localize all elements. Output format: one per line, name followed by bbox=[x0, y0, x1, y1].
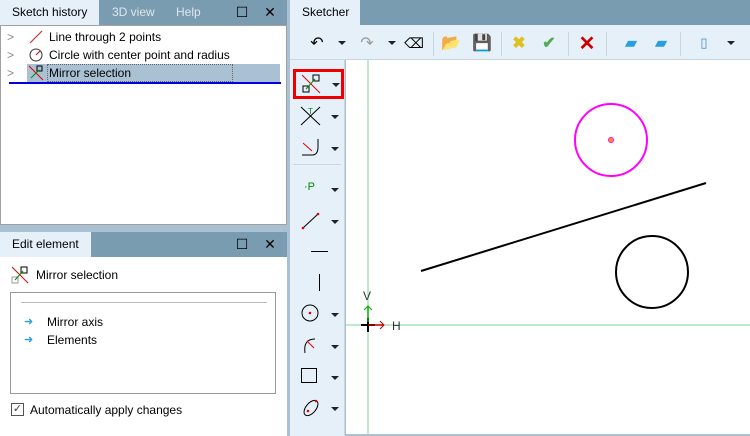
mirror-tool-button[interactable] bbox=[293, 69, 344, 99]
tab-sketcher[interactable]: Sketcher bbox=[290, 0, 360, 25]
edit-panel: Mirror selection ➜ Mirror axis ➜ Element… bbox=[0, 257, 287, 436]
element-title: Mirror selection bbox=[36, 268, 119, 282]
sketch-line bbox=[420, 182, 707, 272]
circle-icon bbox=[29, 48, 43, 62]
chevron-right-icon[interactable]: > bbox=[7, 46, 14, 64]
dropdown-arrow-icon[interactable] bbox=[388, 41, 396, 45]
horizontal-line-tool-icon[interactable] bbox=[311, 251, 328, 252]
list-item[interactable]: > Line through 2 points bbox=[1, 28, 286, 46]
sketch-circle bbox=[615, 235, 689, 309]
mirror-icon bbox=[28, 65, 44, 81]
rectangle-tool-icon[interactable] bbox=[301, 368, 317, 383]
tab-3d-view[interactable]: 3D view bbox=[100, 0, 167, 25]
chevron-right-icon[interactable]: > bbox=[7, 28, 14, 46]
auto-apply-checkbox[interactable]: ✓ bbox=[11, 403, 24, 416]
chevron-right-icon[interactable]: > bbox=[7, 64, 14, 82]
view-button[interactable]: ▯ bbox=[693, 32, 715, 54]
svg-text:T: T bbox=[308, 107, 313, 116]
redo-button[interactable]: ↷ bbox=[356, 32, 378, 54]
cancel-button[interactable]: ✕ bbox=[576, 32, 598, 55]
insert-marker bbox=[9, 82, 281, 84]
close-button[interactable]: ✕ bbox=[261, 0, 279, 25]
sketch-canvas[interactable]: H V bbox=[346, 60, 750, 434]
toolbar: ↶ ↷ ⌫ 📂 💾 ✖ ✔ ✕ ▰ ▰ ▯ bbox=[290, 25, 750, 60]
mirror-icon bbox=[11, 266, 29, 284]
arc-tool-icon[interactable] bbox=[301, 335, 321, 355]
edit-tabbar: Edit element ☐ ✕ bbox=[0, 232, 287, 257]
sketch-tools: T ·P bbox=[290, 60, 345, 436]
history-tabbar: Sketch history 3D view Help ☐ ✕ bbox=[0, 0, 287, 25]
line-tool-icon[interactable] bbox=[301, 211, 321, 231]
backspace-button[interactable]: ⌫ bbox=[403, 32, 425, 54]
item-label: Circle with center point and radius bbox=[49, 48, 230, 62]
ellipse-tool-icon[interactable] bbox=[300, 397, 322, 419]
list-item[interactable]: > Circle with center point and radius bbox=[1, 46, 286, 64]
undo-button[interactable]: ↶ bbox=[306, 32, 328, 54]
maximize-button[interactable]: ☐ bbox=[233, 0, 251, 25]
item-label: Line through 2 points bbox=[49, 30, 162, 44]
arrow-icon: ➜ bbox=[24, 334, 34, 346]
open-button[interactable]: 📂 bbox=[440, 32, 462, 54]
trim-tool-icon[interactable]: T bbox=[300, 106, 322, 126]
dropdown-arrow-icon[interactable] bbox=[338, 41, 346, 45]
discard-button[interactable]: ✖ bbox=[508, 32, 530, 54]
axis-h-label: H bbox=[392, 319, 401, 333]
vertical-line-tool-icon[interactable] bbox=[319, 274, 320, 291]
list-item-selected[interactable]: > Mirror selection bbox=[1, 64, 286, 82]
point-tool-icon[interactable]: ·P bbox=[304, 181, 315, 193]
mirror-icon bbox=[301, 74, 321, 94]
close-button[interactable]: ✕ bbox=[261, 232, 279, 257]
arrow-icon: ➜ bbox=[24, 316, 34, 328]
confirm-button[interactable]: ✔ bbox=[538, 32, 560, 54]
fillet-tool-icon[interactable] bbox=[300, 137, 322, 157]
save-button[interactable]: 💾 bbox=[471, 32, 493, 54]
item-label: Mirror selection bbox=[49, 66, 132, 80]
dropdown-arrow-icon[interactable] bbox=[727, 41, 735, 45]
tab-help[interactable]: Help bbox=[164, 0, 213, 25]
line-icon bbox=[29, 30, 43, 44]
circle-center-point bbox=[608, 137, 614, 143]
clear-button[interactable]: ▰ bbox=[650, 32, 672, 54]
eraser-button[interactable]: ▰ bbox=[620, 32, 642, 54]
sketcher-tabbar: Sketcher bbox=[290, 0, 750, 25]
axis-v-label: V bbox=[363, 289, 371, 303]
history-tree: > Line through 2 points > Circle with ce… bbox=[0, 25, 287, 225]
param-mirror-axis[interactable]: Mirror axis bbox=[47, 315, 103, 329]
auto-apply-label: Automatically apply changes bbox=[30, 403, 183, 417]
tab-edit-element[interactable]: Edit element bbox=[0, 232, 91, 257]
maximize-button[interactable]: ☐ bbox=[233, 232, 251, 257]
params-box: ➜ Mirror axis ➜ Elements bbox=[10, 292, 276, 394]
tab-sketch-history[interactable]: Sketch history bbox=[0, 0, 100, 25]
circle-tool-icon[interactable] bbox=[301, 303, 321, 323]
param-elements[interactable]: Elements bbox=[47, 333, 97, 347]
